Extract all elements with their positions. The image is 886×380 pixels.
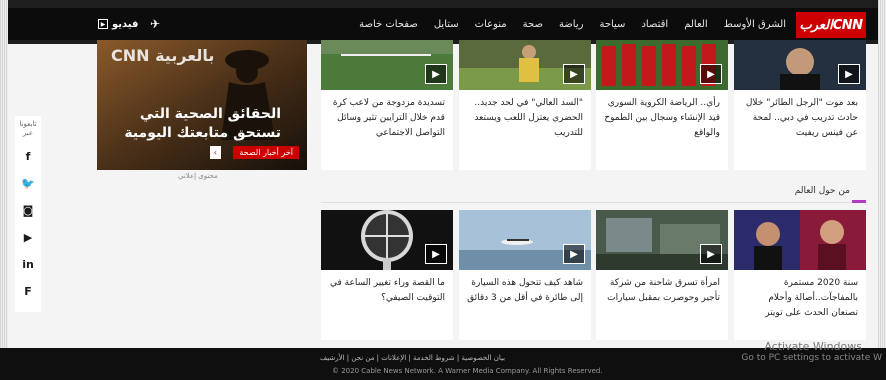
cnn-arabic-logo[interactable]: العربCNN [796,12,866,38]
play-icon: ▶ [98,19,108,29]
play-video-icon[interactable]: ▶ [838,64,860,84]
card-title[interactable]: ما القصة وراء تغيير الساعة في التوقيت ال… [329,276,445,306]
top-navigation-bar: العربCNN الشرق الأوسط العالم اقتصاد سياح… [8,8,878,40]
facebook-icon[interactable]: f [15,150,41,163]
promo-headline-2: تستحق متابعتك اليومية [124,125,281,141]
card-thumbnail: ▶ [459,210,591,270]
play-video-icon[interactable]: ▶ [563,64,585,84]
nav-item-tourism[interactable]: سياحة [599,19,625,30]
news-card[interactable]: ▶ "السد العالي" في لحد جديد.. الحضري يعت… [459,40,591,170]
nav-item-style[interactable]: ستايل [434,19,459,30]
card-thumbnail: ▶ [596,40,728,90]
card-title[interactable]: "السد العالي" في لحد جديد.. الحضري يعتزل… [467,96,583,141]
nav-item-world[interactable]: العالم [684,19,707,30]
card-thumbnail [734,210,866,270]
card-image [734,210,866,270]
play-video-icon[interactable]: ▶ [700,64,722,84]
os-activation-watermark-title: Activate Windows [764,340,862,353]
play-video-icon[interactable]: ▶ [700,244,722,264]
copyright-text: © 2020 Cable News Network. A Warner Medi… [332,367,603,375]
card-thumbnail: ▶ [596,210,728,270]
promo-headline-1: الحقائق الصحية التي [139,106,281,122]
nav-item-special-pages[interactable]: صفحات خاصة [359,19,418,30]
section-divider [321,202,866,203]
news-card[interactable]: ▶ شاهد كيف تتحول هذه السيارة إلى طائرة ف… [459,210,591,340]
latest-health-news-button[interactable]: آخر أخبار الصحة [233,146,299,159]
linkedin-icon[interactable]: in [15,258,41,271]
social-follow-rail: تابعونا عبر f 🐦 ◙ ▶ in F [15,116,41,312]
card-title[interactable]: تسديدة مزدوجة من لاعب كرة قدم خلال الترا… [329,96,445,141]
card-title[interactable]: شاهد كيف تتحول هذه السيارة إلى طائرة في … [467,276,583,306]
card-title[interactable]: بعد موت "الرجل الطائر" خلال حادث تدريب ف… [742,96,858,141]
play-video-icon[interactable]: ▶ [425,64,447,84]
instagram-icon[interactable]: ◙ [15,204,41,217]
promo-banner[interactable]: CNN بالعربية الحقائق الصحية التي تستحق م… [97,40,307,170]
card-title[interactable]: سنة 2020 مستمرة بالمفاجآت..أصالة وأحلام … [742,276,858,321]
play-video-icon[interactable]: ▶ [563,244,585,264]
news-card[interactable]: ▶ امرأة تسرق شاحنة من شركة تأجير وحوصرت … [596,210,728,340]
card-title[interactable]: امرأة تسرق شاحنة من شركة تأجير وحوصرت بم… [604,276,720,306]
os-activation-watermark-subtitle: Go to PC settings to activate W [741,353,882,363]
nav-item-variety[interactable]: منوعات [475,19,507,30]
card-title[interactable]: رأي.. الرياضة الكروية السوري قيد الإنشاء… [604,96,720,141]
video-link[interactable]: ▶ فيديو [98,8,138,40]
twitter-icon[interactable]: 🐦 [15,177,41,190]
video-label: فيديو [112,18,139,30]
nav-item-economy[interactable]: اقتصاد [641,19,668,30]
news-card[interactable]: ▶ رأي.. الرياضة الكروية السوري قيد الإنش… [596,40,728,170]
news-card[interactable]: ▶ تسديدة مزدوجة من لاعب كرة قدم خلال الت… [321,40,453,170]
card-thumbnail: ▶ [734,40,866,90]
footer-links[interactable]: بيان الخصوصية | شروط الخدمة | الإعلانات … [320,354,505,362]
card-thumbnail: ▶ [321,40,453,90]
card-thumbnail: ▶ [321,210,453,270]
card-thumbnail: ▶ [459,40,591,90]
flipboard-icon[interactable]: F [15,285,41,298]
news-card[interactable]: ▶ ما القصة وراء تغيير الساعة في التوقيت … [321,210,453,340]
news-card[interactable]: سنة 2020 مستمرة بالمفاجآت..أصالة وأحلام … [734,210,866,340]
promo-brand: CNN بالعربية [111,46,215,65]
play-video-icon[interactable]: ▶ [425,244,447,264]
section-accent-mark [852,200,866,203]
left-frame [0,0,8,380]
nav-item-sports[interactable]: رياضة [559,19,584,30]
sponsored-label: محتوى إعلاني [178,172,218,180]
news-card[interactable]: ▶ بعد موت "الرجل الطائر" خلال حادث تدريب… [734,40,866,170]
main-nav: الشرق الأوسط العالم اقتصاد سياحة رياضة ص… [359,8,786,40]
youtube-icon[interactable]: ▶ [15,231,41,244]
nav-item-health[interactable]: صحة [523,19,543,30]
chevron-left-icon[interactable]: ‹ [209,146,221,159]
right-frame [878,0,886,380]
nav-item-middle-east[interactable]: الشرق الأوسط [724,19,786,30]
section-title: من حول العالم [794,186,850,196]
cnn-small-icon[interactable]: ✈ [150,17,160,31]
follow-us-label: تابعونا عبر [19,120,37,137]
